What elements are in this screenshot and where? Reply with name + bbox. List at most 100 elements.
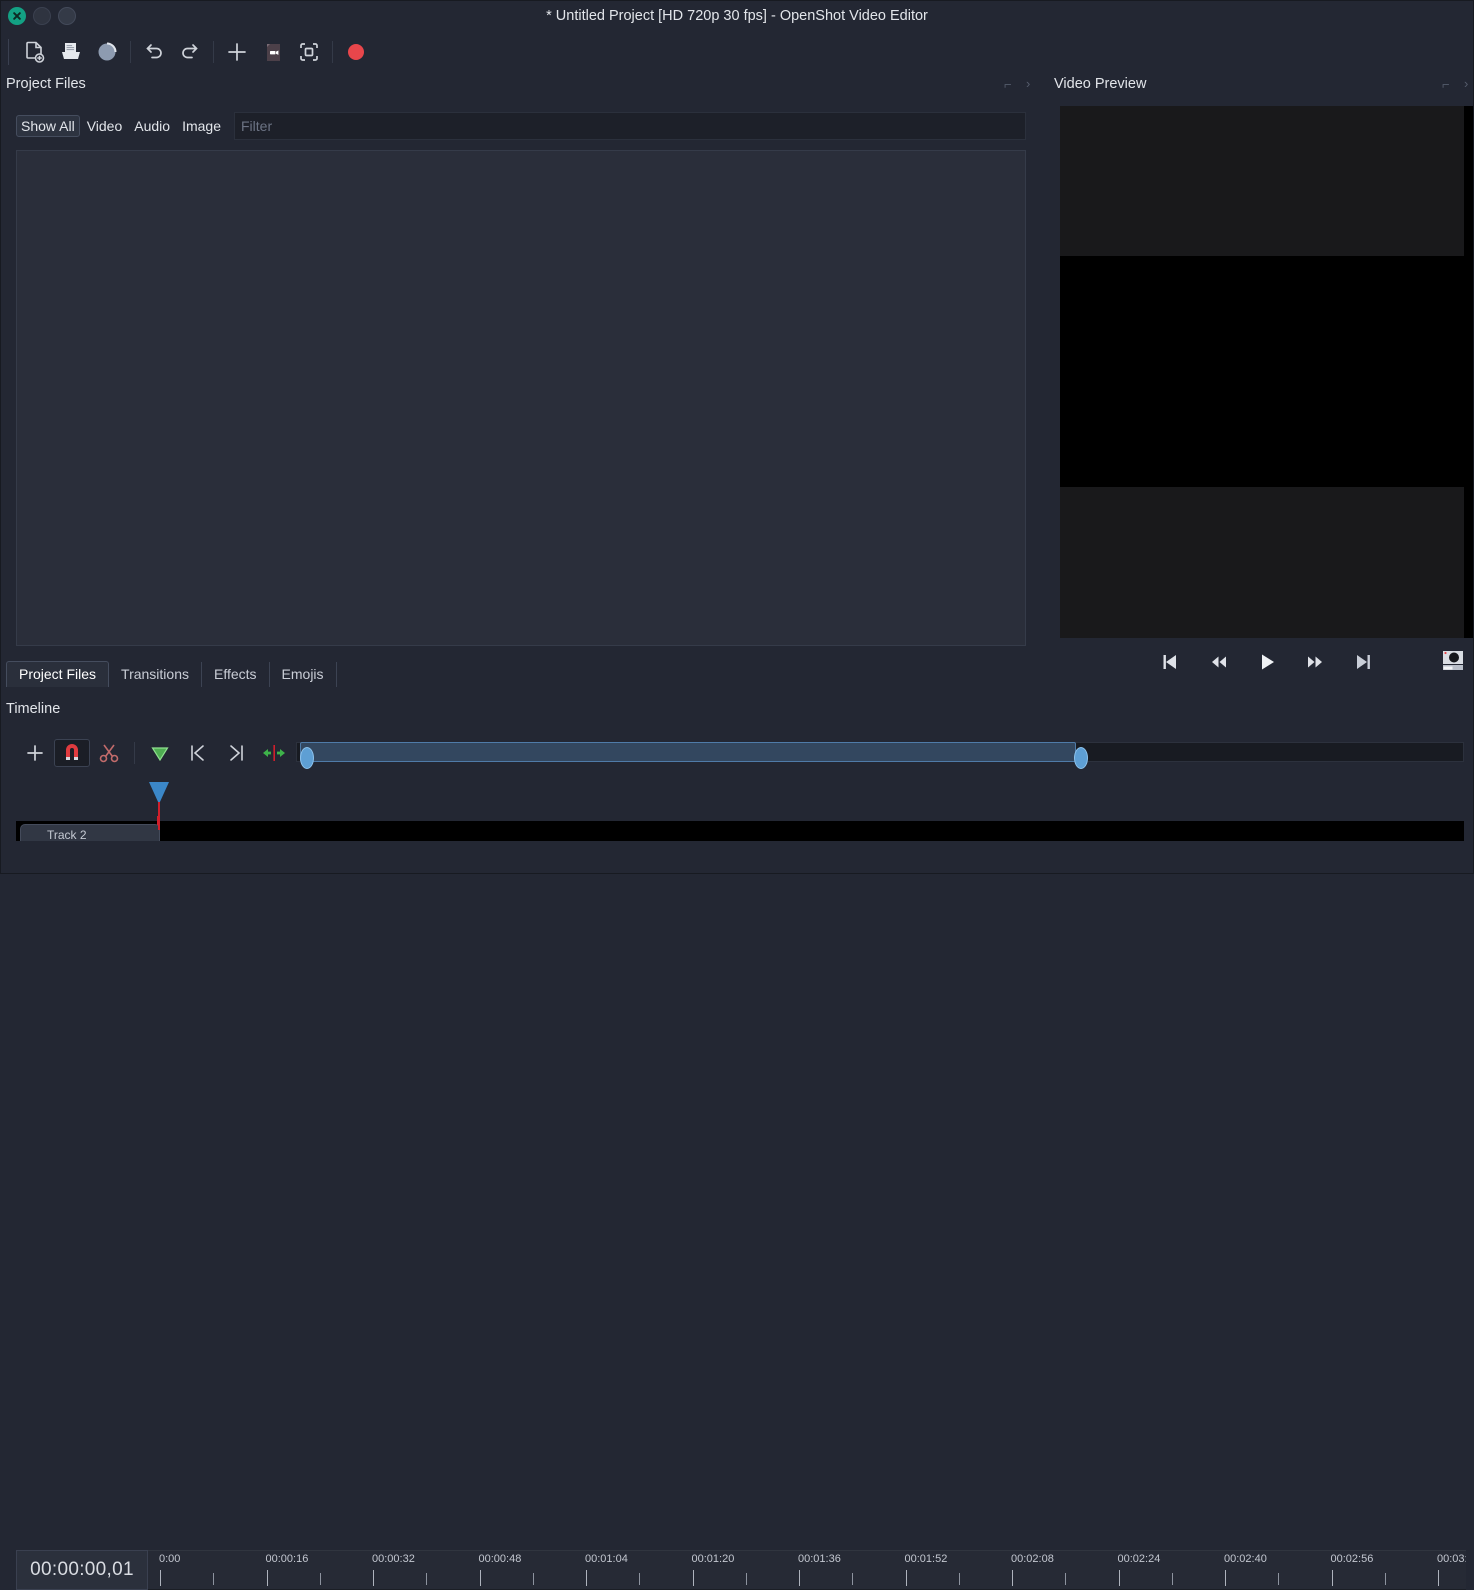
ruler-tick-minor [1065,1573,1067,1585]
jump-to-end-button[interactable] [1348,647,1378,677]
title-bar: * Untitled Project [HD 720p 30 fps] - Op… [0,0,1474,32]
project-files-close-icon[interactable]: › [1026,76,1030,91]
ruler-tick-major [373,1570,374,1586]
maximize-window-button[interactable] [58,7,76,25]
timeline-ruler[interactable]: 0:00 00:00:16 00:00:32 00:00:48 00:01:04 00:0… [148,1550,1466,1590]
timeline-zoom-slider[interactable] [296,738,1464,769]
previous-marker-button[interactable] [179,738,217,768]
fullscreen-icon[interactable] [291,35,327,69]
rewind-button[interactable] [1204,647,1234,677]
snapping-toggle[interactable] [54,739,90,767]
save-frame-icon[interactable] [1442,648,1464,672]
minimize-window-button[interactable] [33,7,51,25]
tab-effects[interactable]: Effects [202,662,270,687]
playback-controls [1060,644,1474,680]
close-window-button[interactable] [8,7,26,25]
tab-transitions[interactable]: Transitions [109,662,202,687]
ruler-label: 00:02:08 [1011,1553,1054,1565]
jump-to-start-button[interactable] [1156,647,1186,677]
open-project-icon[interactable] [53,35,89,69]
ruler-tick-minor [639,1573,641,1585]
project-files-list[interactable] [16,150,1026,646]
timeline-track-area[interactable]: Track 2 [16,821,1464,841]
redo-icon[interactable] [172,35,208,69]
zoom-slider-range[interactable] [300,742,1088,769]
play-button[interactable] [1252,647,1282,677]
ruler-tick-major [1118,1570,1120,1586]
ruler-tick-major [799,1570,800,1586]
ruler-label: 00:00:48 [478,1553,522,1565]
filter-image[interactable]: Image [177,115,226,137]
main-toolbar [0,32,1474,72]
project-files-float-icon[interactable]: ⌐ [1004,77,1012,92]
ruler-tick-major [479,1570,481,1586]
ruler-tick-minor [319,1573,321,1585]
ruler-tick-major [1225,1570,1226,1586]
razor-tool-button[interactable] [90,738,128,768]
filter-video[interactable]: Video [82,115,128,137]
ruler-tick-minor [426,1573,428,1585]
add-marker-button[interactable] [141,738,179,768]
add-track-button[interactable] [16,738,54,768]
ruler-tick-minor [213,1573,215,1585]
zoom-slider-right-handle[interactable] [1074,747,1088,769]
ruler-tick-minor [852,1573,854,1585]
ruler-label: 0:00 [159,1553,181,1565]
toolbar-divider [213,41,214,63]
export-video-icon[interactable] [338,35,374,69]
zoom-slider-left-handle[interactable] [300,747,314,769]
timeline-toolbar-divider [134,742,135,764]
ruler-label: 00:01:36 [798,1553,841,1565]
ruler-tick-major [1012,1570,1013,1586]
ruler-tick-minor [958,1573,960,1585]
ruler-tick-major [692,1570,694,1586]
ruler-tick-major [160,1570,161,1586]
ruler-tick-major [266,1570,268,1586]
import-files-icon[interactable] [219,35,255,69]
filter-show-all[interactable]: Show All [16,115,80,137]
tab-project-files[interactable]: Project Files [6,661,110,687]
undo-icon[interactable] [136,35,172,69]
project-files-panel-title: Project Files [6,76,86,92]
next-marker-button[interactable] [217,738,255,768]
ruler-label: 00:03:12 [1437,1553,1466,1565]
ruler-tick-minor [745,1573,747,1585]
ruler-tick-major [1438,1570,1439,1586]
fast-forward-button[interactable] [1300,647,1330,677]
project-files-filter-input[interactable] [234,112,1026,140]
ruler-label: 00:00:32 [372,1553,415,1565]
ruler-label: 00:02:56 [1330,1553,1374,1565]
openshot-window: * Untitled Project [HD 720p 30 fps] - Op… [0,0,1474,1590]
video-preview-panel-title: Video Preview [1054,76,1147,92]
project-files-filter-bar: Show All Video Audio Image [16,112,1026,140]
toolbar-drag-handle[interactable] [8,39,11,65]
ruler-label: 00:01:52 [904,1553,948,1565]
video-preview-float-icon[interactable]: ⌐ [1442,77,1450,92]
ruler-tick-minor [1384,1573,1386,1585]
filter-audio[interactable]: Audio [129,115,175,137]
track-header[interactable]: Track 2 [20,824,160,841]
playhead-track-marker [157,816,159,825]
save-project-icon[interactable] [89,35,125,69]
new-project-icon[interactable] [17,35,53,69]
video-preview-close-icon[interactable]: › [1464,76,1468,91]
toolbar-divider [130,41,131,63]
tab-emojis[interactable]: Emojis [270,662,337,687]
ruler-tick-minor [532,1573,534,1585]
ruler-tick-minor [1278,1573,1280,1585]
window-controls [8,7,76,25]
timecode-display[interactable]: 00:00:00,01 [16,1550,148,1590]
ruler-label: 00:00:16 [265,1553,309,1565]
video-preview-image [1060,256,1464,487]
ruler-tick-minor [1171,1573,1173,1585]
ruler-label: 00:01:04 [585,1553,628,1565]
video-preview-right-gap [1464,106,1474,638]
ruler-tick-major [586,1570,587,1586]
ruler-label: 00:01:20 [691,1553,735,1565]
choose-profile-icon[interactable] [255,35,291,69]
ruler-tick-major [905,1570,907,1586]
toolbar-divider [332,41,333,63]
center-playhead-button[interactable] [255,738,293,768]
timeline-panel-title: Timeline [6,701,61,717]
video-preview-frame[interactable] [1060,106,1464,638]
